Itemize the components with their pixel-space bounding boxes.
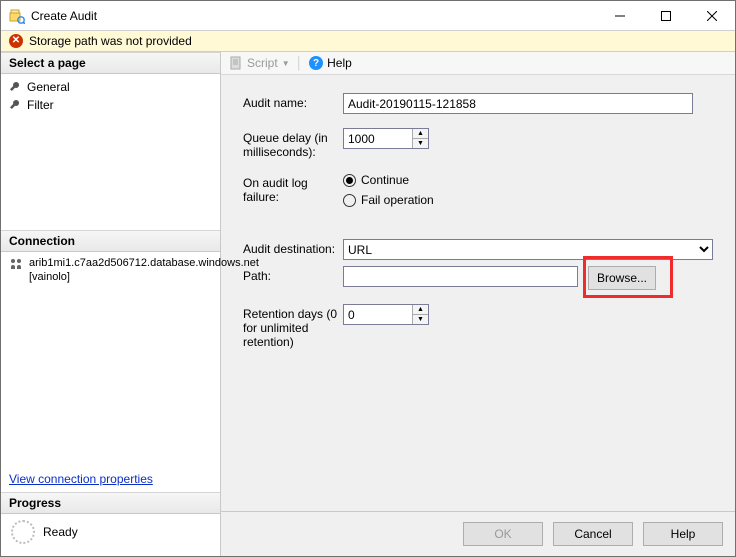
page-item-general[interactable]: General [9, 78, 212, 96]
maximize-icon [661, 11, 671, 21]
progress-header: Progress [1, 492, 220, 514]
audit-name-input[interactable] [343, 93, 693, 114]
page-label: Filter [27, 98, 54, 112]
titlebar: Create Audit [1, 1, 735, 31]
script-label: Script [247, 56, 278, 70]
page-item-filter[interactable]: Filter [9, 96, 212, 114]
destination-label: Audit destination: [243, 239, 343, 256]
help-footer-button[interactable]: Help [643, 522, 723, 546]
destination-select[interactable]: URL [343, 239, 713, 260]
progress-status: Ready [43, 525, 78, 539]
cancel-button[interactable]: Cancel [553, 522, 633, 546]
dropdown-arrow-icon: ▼ [282, 59, 290, 68]
server-icon [9, 257, 23, 271]
error-icon: ✕ [9, 34, 23, 48]
radio-continue-label: Continue [361, 173, 409, 187]
retention-input-wrap: ▲ ▼ [343, 304, 429, 325]
close-icon [707, 11, 717, 21]
create-audit-dialog: Create Audit ✕ Storage path was not prov… [0, 0, 736, 557]
connection-header: Connection [1, 230, 220, 252]
minimize-icon [615, 11, 625, 21]
error-message: Storage path was not provided [29, 34, 192, 48]
left-panel: Select a page General Filter Connection [1, 52, 221, 556]
view-connection-properties-link[interactable]: View connection properties [1, 466, 220, 492]
connection-server: arib1mi1.c7aa2d506712.database.windows.n… [9, 256, 212, 285]
on-failure-label: On audit log failure: [243, 173, 343, 204]
audit-name-label: Audit name: [243, 93, 343, 110]
pages-list: General Filter [1, 74, 220, 230]
retention-label: Retention days (0 for unlimited retentio… [243, 304, 343, 349]
queue-delay-input[interactable] [344, 129, 412, 148]
radio-icon [343, 174, 356, 187]
queue-delay-label: Queue delay (in milliseconds): [243, 128, 343, 159]
progress-spinner-icon [11, 520, 35, 544]
page-label: General [27, 80, 70, 94]
queue-delay-input-wrap: ▲ ▼ [343, 128, 429, 149]
script-button: Script ▼ [229, 56, 290, 70]
progress-row: Ready [1, 514, 220, 556]
wrench-icon [9, 81, 21, 93]
toolbar: Script ▼ │ ? Help [221, 52, 735, 75]
dialog-footer: OK Cancel Help [221, 511, 735, 556]
close-button[interactable] [689, 1, 735, 31]
minimize-button[interactable] [597, 1, 643, 31]
form-area: Audit name: Queue delay (in milliseconds… [221, 75, 735, 511]
spin-down-button[interactable]: ▼ [413, 315, 428, 324]
error-bar: ✕ Storage path was not provided [1, 31, 735, 52]
spin-down-button[interactable]: ▼ [413, 139, 428, 148]
connection-body: arib1mi1.c7aa2d506712.database.windows.n… [1, 252, 220, 289]
help-icon: ? [309, 56, 323, 70]
spin-up-button[interactable]: ▲ [413, 129, 428, 139]
right-panel: Script ▼ │ ? Help Audit name: Queue dela… [221, 52, 735, 556]
radio-fail-label: Fail operation [361, 193, 434, 207]
radio-fail-operation[interactable]: Fail operation [343, 193, 713, 207]
ok-button: OK [463, 522, 543, 546]
path-label: Path: [243, 266, 343, 283]
radio-icon [343, 194, 356, 207]
help-label: Help [327, 56, 352, 70]
retention-input[interactable] [344, 305, 412, 324]
app-icon [9, 8, 25, 24]
script-icon [229, 56, 243, 70]
radio-continue[interactable]: Continue [343, 173, 713, 187]
help-button[interactable]: ? Help [309, 56, 352, 70]
maximize-button[interactable] [643, 1, 689, 31]
path-input[interactable] [343, 266, 578, 287]
spin-up-button[interactable]: ▲ [413, 305, 428, 315]
wrench-icon [9, 99, 21, 111]
window-title: Create Audit [31, 9, 597, 23]
pages-header: Select a page [1, 52, 220, 74]
browse-button[interactable]: Browse... [588, 266, 656, 290]
